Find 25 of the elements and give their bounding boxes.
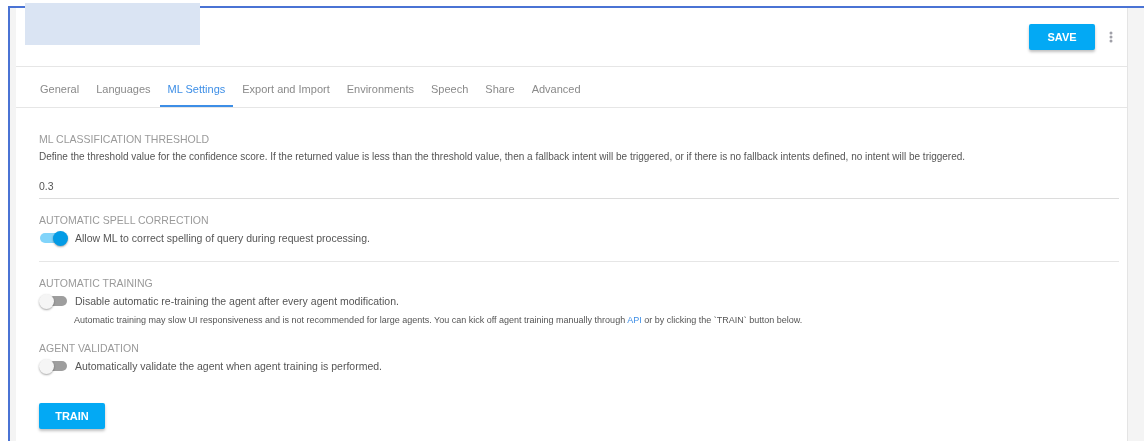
tab[interactable]: Export and Import (234, 67, 338, 107)
tab[interactable]: Environments (338, 67, 422, 107)
toggle-label: Allow ML to correct spelling of query during request processing. (75, 232, 370, 244)
note-text: Automatic training may slow UI responsiveness and is not recommended for large agents. You can kick off agent training manually through API or by clicking the `TRAIN` button below. (74, 315, 804, 325)
section-heading: ML CLASSIFICATION THRESHOLD (39, 133, 211, 145)
section-heading: AUTOMATIC SPELL CORRECTION (39, 214, 210, 226)
section-heading: AUTOMATIC TRAINING (39, 277, 154, 289)
section-heading: AGENT VALIDATION (39, 342, 140, 354)
train-button[interactable]: TRAIN (39, 403, 105, 429)
tab[interactable]: Share (477, 67, 523, 107)
toggle-label: Disable automatic re-training the agent after every agent modification. (75, 295, 399, 307)
tab[interactable]: Speech (423, 67, 477, 107)
toggle-switch[interactable] (40, 361, 67, 371)
tab[interactable]: Languages (88, 67, 159, 107)
toggle-switch[interactable] (40, 233, 67, 243)
more-options-icon[interactable] (1109, 31, 1113, 43)
tab[interactable]: General (32, 67, 88, 107)
api-link[interactable]: API (627, 315, 642, 325)
tab[interactable]: Advanced (523, 67, 589, 107)
save-button[interactable]: SAVE (1029, 24, 1095, 50)
toggle-switch[interactable] (40, 296, 67, 306)
threshold-field[interactable]: 0.3 (39, 162, 1119, 199)
toggle-label: Automatically validate the agent when agent training is performed. (75, 360, 382, 372)
description-text: Define the threshold value for the confidence score. If the returned value is less than the threshold value, then a fallback intent will be triggered, or if there is no fallback intents defined, no intent will be triggered. (39, 151, 967, 162)
tab[interactable]: ML Settings (159, 67, 234, 107)
